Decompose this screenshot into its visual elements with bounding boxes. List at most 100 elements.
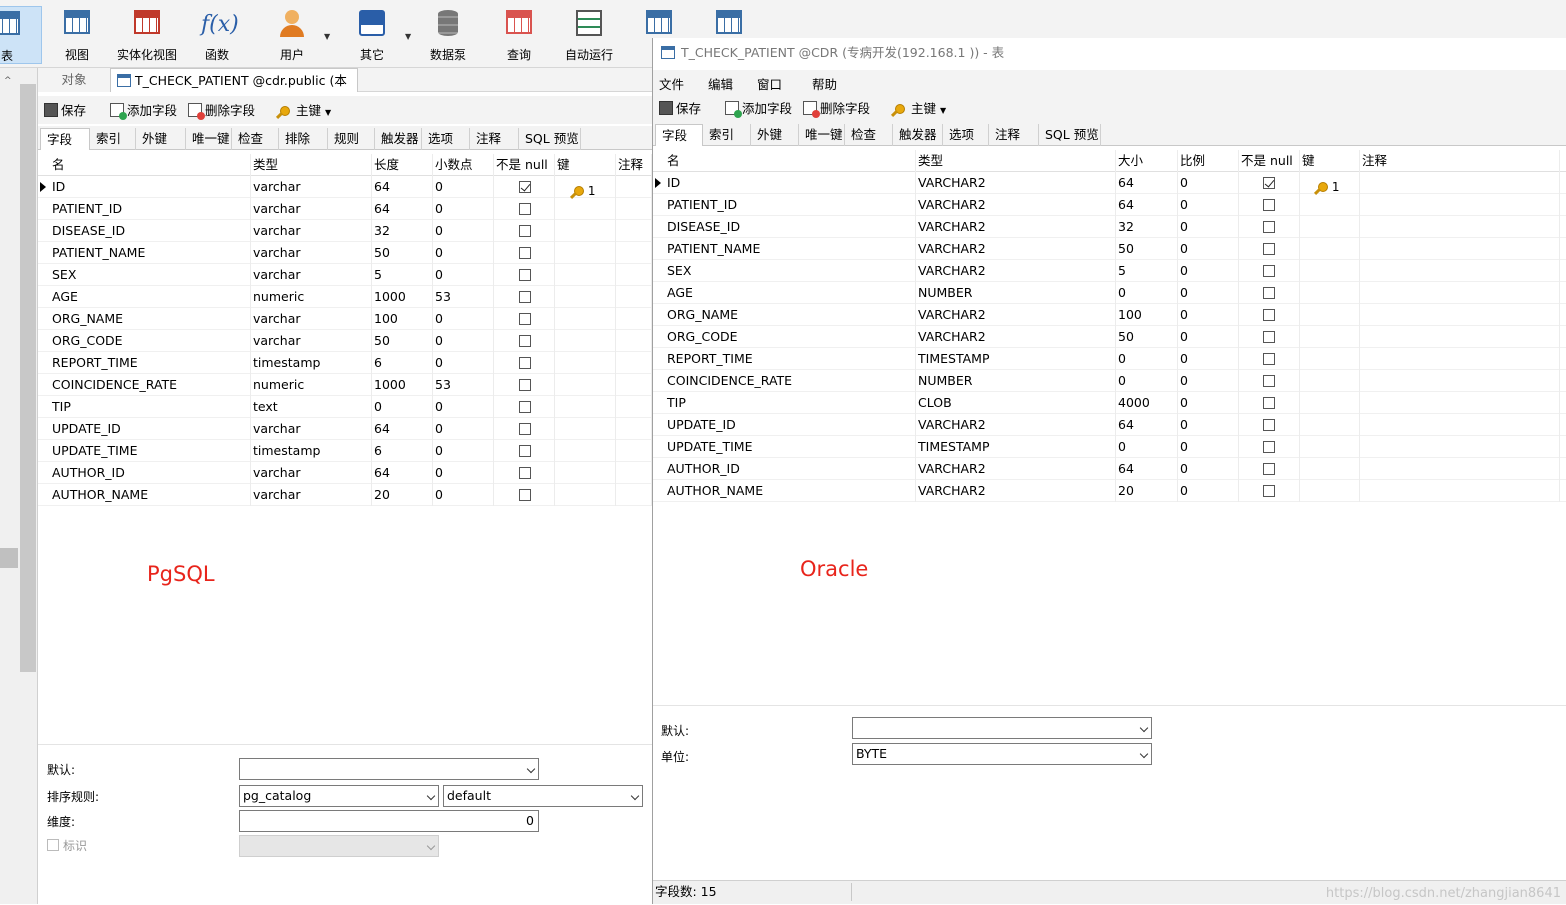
field-decimal-cell[interactable]: 0 (1178, 194, 1239, 216)
key-cell[interactable] (555, 352, 616, 374)
chevron-down-icon[interactable]: ▼ (324, 32, 330, 41)
key-cell[interactable] (555, 242, 616, 264)
menu-item-1[interactable]: 编辑 (708, 74, 733, 93)
field-name-cell[interactable]: TIP (50, 396, 251, 418)
field-decimal-cell[interactable]: 0 (1178, 370, 1239, 392)
field-type-cell[interactable]: varchar (251, 176, 372, 198)
field-decimal-cell[interactable]: 0 (433, 396, 494, 418)
key-cell[interactable] (555, 264, 616, 286)
field-type-cell[interactable]: VARCHAR2 (916, 238, 1116, 260)
table-row[interactable]: SEX varchar 5 0 (38, 264, 652, 286)
field-type-cell[interactable]: VARCHAR2 (916, 216, 1116, 238)
key-cell[interactable] (555, 440, 616, 462)
collation-select[interactable]: default (443, 785, 643, 807)
field-length-cell[interactable]: 64 (1116, 194, 1178, 216)
field-length-cell[interactable]: 50 (1116, 238, 1178, 260)
tab-table-document[interactable]: T_CHECK_PATIENT @cdr.public (本地... (110, 68, 358, 112)
column-header[interactable]: 比例 (1178, 150, 1239, 172)
field-type-cell[interactable]: varchar (251, 242, 372, 264)
field-decimal-cell[interactable]: 0 (1178, 414, 1239, 436)
key-cell[interactable] (1300, 392, 1360, 414)
field-type-cell[interactable]: varchar (251, 418, 372, 440)
comment-cell[interactable] (616, 308, 652, 330)
field-name-cell[interactable]: SEX (50, 264, 251, 286)
not-null-checkbox[interactable] (519, 445, 531, 457)
field-decimal-cell[interactable]: 0 (1178, 348, 1239, 370)
field-type-cell[interactable]: TIMESTAMP (916, 348, 1116, 370)
table-row[interactable]: ORG_NAME varchar 100 0 (38, 308, 652, 330)
key-cell[interactable] (555, 330, 616, 352)
field-name-cell[interactable]: UPDATE_TIME (665, 436, 916, 458)
not-null-checkbox[interactable] (1263, 331, 1275, 343)
field-tab-4[interactable]: 检查 (845, 124, 893, 146)
comment-cell[interactable] (616, 242, 652, 264)
field-decimal-cell[interactable]: 0 (1178, 172, 1239, 194)
key-cell[interactable] (555, 286, 616, 308)
field-name-cell[interactable]: ORG_NAME (665, 304, 916, 326)
field-type-cell[interactable]: CLOB (916, 392, 1116, 414)
chevron-down-icon[interactable]: ▼ (405, 32, 411, 41)
not-null-checkbox[interactable] (1263, 397, 1275, 409)
table-row[interactable]: PATIENT_ID VARCHAR2 64 0 (653, 194, 1566, 216)
field-decimal-cell[interactable]: 0 (1178, 304, 1239, 326)
table-row[interactable]: AUTHOR_NAME VARCHAR2 20 0 (653, 480, 1566, 502)
field-tab-2[interactable]: 外键 (751, 124, 799, 146)
field-type-cell[interactable]: VARCHAR2 (916, 458, 1116, 480)
field-decimal-cell[interactable]: 0 (1178, 458, 1239, 480)
table-row[interactable]: ID varchar 64 0 1 (38, 176, 652, 198)
comment-cell[interactable] (1360, 414, 1560, 436)
field-type-cell[interactable]: VARCHAR2 (916, 194, 1116, 216)
tab-objects[interactable]: 对象 (38, 68, 110, 92)
table-row[interactable]: REPORT_TIME timestamp 6 0 (38, 352, 652, 374)
field-decimal-cell[interactable]: 0 (1178, 326, 1239, 348)
comment-cell[interactable] (1360, 392, 1560, 414)
field-length-cell[interactable]: 4000 (1116, 392, 1178, 414)
key-cell[interactable] (1300, 238, 1360, 260)
field-decimal-cell[interactable]: 0 (433, 176, 494, 198)
table-row[interactable]: COINCIDENCE_RATE numeric 1000 53 (38, 374, 652, 396)
field-tab-10[interactable]: SQL 预览 (519, 128, 581, 150)
key-cell[interactable] (1300, 282, 1360, 304)
column-header[interactable]: 名 (665, 150, 916, 172)
comment-cell[interactable] (616, 286, 652, 308)
column-header[interactable]: 类型 (251, 154, 372, 176)
table-row[interactable]: REPORT_TIME TIMESTAMP 0 0 (653, 348, 1566, 370)
comment-cell[interactable] (1360, 216, 1560, 238)
field-decimal-cell[interactable]: 0 (433, 198, 494, 220)
field-name-cell[interactable]: ID (665, 172, 916, 194)
column-header[interactable]: 注释 (1360, 150, 1560, 172)
comment-cell[interactable] (616, 418, 652, 440)
not-null-checkbox[interactable] (1263, 177, 1275, 189)
table-row[interactable]: TIP CLOB 4000 0 (653, 392, 1566, 414)
not-null-checkbox[interactable] (519, 401, 531, 413)
not-null-checkbox[interactable] (519, 181, 531, 193)
field-name-cell[interactable]: PATIENT_ID (665, 194, 916, 216)
comment-cell[interactable] (1360, 194, 1560, 216)
field-length-cell[interactable]: 64 (372, 418, 433, 440)
table-row[interactable]: TIP text 0 0 (38, 396, 652, 418)
not-null-checkbox[interactable] (519, 291, 531, 303)
field-length-cell[interactable]: 0 (1116, 370, 1178, 392)
table-row[interactable]: UPDATE_TIME TIMESTAMP 0 0 (653, 436, 1566, 458)
comment-cell[interactable] (616, 220, 652, 242)
key-cell[interactable] (1300, 458, 1360, 480)
collation-schema-select[interactable]: pg_catalog (239, 785, 439, 807)
field-type-cell[interactable]: VARCHAR2 (916, 480, 1116, 502)
field-name-cell[interactable]: AUTHOR_ID (50, 462, 251, 484)
not-null-checkbox[interactable] (519, 423, 531, 435)
field-type-cell[interactable]: varchar (251, 484, 372, 506)
field-name-cell[interactable]: ORG_NAME (50, 308, 251, 330)
field-name-cell[interactable]: PATIENT_NAME (50, 242, 251, 264)
field-decimal-cell[interactable]: 53 (433, 286, 494, 308)
comment-cell[interactable] (616, 264, 652, 286)
not-null-checkbox[interactable] (519, 467, 531, 479)
field-decimal-cell[interactable]: 0 (433, 308, 494, 330)
toolbar-button-2[interactable]: 实体化视图 (112, 6, 182, 64)
collapse-arrow-icon[interactable]: ^ (4, 76, 12, 86)
table-row[interactable]: AUTHOR_ID varchar 64 0 (38, 462, 652, 484)
not-null-checkbox[interactable] (519, 489, 531, 501)
field-name-cell[interactable]: AUTHOR_NAME (50, 484, 251, 506)
comment-cell[interactable] (616, 176, 652, 198)
field-name-cell[interactable]: PATIENT_NAME (665, 238, 916, 260)
not-null-checkbox[interactable] (519, 269, 531, 281)
